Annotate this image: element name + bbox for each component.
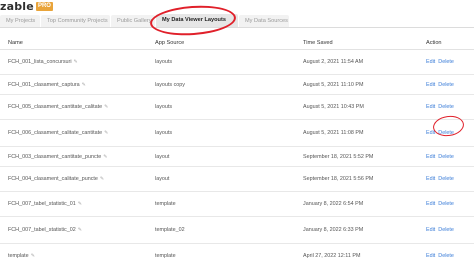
row-name: FCH_003_clasament_cantitate_puncte [8,154,102,160]
edit-link[interactable]: Edit [426,104,435,110]
pencil-icon[interactable]: ✎ [104,120,108,146]
row-time: August 2, 2021 11:54 AM [303,59,364,65]
header-app-source: App Source [155,40,185,46]
row-name: FCH_001_lista_concursuri [8,59,72,65]
table-row: FCH_007_tabel_statistic_02 ✎ template_02 … [0,217,474,244]
pencil-icon[interactable]: ✎ [103,147,107,166]
row-time: January 8, 2022 6:33 PM [303,227,364,233]
edit-link[interactable]: Edit [426,59,435,65]
table-row: FCH_005_clasament_cantitate_calitate ✎ la… [0,95,474,120]
row-name: FCH_007_tabel_statistic_02 [8,227,76,233]
edit-link[interactable]: Edit [426,130,435,136]
delete-link[interactable]: Delete [438,227,454,233]
header-action: Action [426,40,442,46]
tab-top-community-projects[interactable]: Top Community Projects [41,15,110,27]
delete-link[interactable]: Delete [438,59,454,65]
delete-link[interactable]: Delete [438,130,454,136]
delete-link[interactable]: Delete [438,154,454,160]
edit-link[interactable]: Edit [426,253,435,259]
delete-link[interactable]: Delete [438,176,454,182]
row-name: FCH_006_clasament_calitate_cantitate [8,130,103,136]
edit-link[interactable]: Edit [426,176,435,182]
delete-link[interactable]: Delete [438,82,454,88]
pencil-icon[interactable]: ✎ [82,75,86,94]
logo-text: zable [0,0,34,13]
row-time: August 5, 2021 10:43 PM [303,104,364,110]
table-row: FCH_006_clasament_calitate_cantitate ✎ la… [0,120,474,147]
row-source: layouts [155,59,173,65]
row-source: layouts [155,104,173,110]
pencil-icon[interactable]: ✎ [100,167,104,191]
row-source: layout [155,154,170,160]
tab-my-data-viewer-layouts[interactable]: My Data Viewer Layouts [156,14,238,27]
table-row: FCH_003_clasament_cantitate_puncte ✎ layo… [0,147,474,167]
pencil-icon[interactable]: ✎ [104,95,108,119]
layouts-table: Name App Source Time Saved Action FCH_00… [0,36,474,264]
row-source: layouts [155,130,173,136]
row-name: template [8,253,29,259]
row-time: January 8, 2022 6:54 PM [303,201,364,207]
row-source: template [155,253,176,259]
row-name: FCH_001_clasament_captura [8,82,80,88]
pro-badge: PRO [35,2,53,11]
tab-my-data-sources[interactable]: My Data Sources [239,15,289,27]
app-logo: zable PRO [0,0,53,13]
table-header: Name App Source Time Saved Action [0,36,474,50]
row-time: September 18, 2021 5:52 PM [303,154,374,160]
edit-link[interactable]: Edit [426,82,435,88]
edit-link[interactable]: Edit [426,201,435,207]
edit-link[interactable]: Edit [426,154,435,160]
pencil-icon[interactable]: ✎ [78,217,82,243]
pencil-icon[interactable]: ✎ [78,192,82,216]
row-source: template_02 [155,227,185,233]
row-time: September 18, 2021 5:56 PM [303,176,374,182]
edit-link[interactable]: Edit [426,227,435,233]
row-time: August 5, 2021 11:08 PM [303,130,364,136]
table-row: FCH_004_clasament_calitate_puncte ✎ layou… [0,167,474,192]
row-time: August 5, 2021 11:10 PM [303,82,364,88]
row-name: FCH_005_clasament_cantitate_calitate [8,104,103,110]
table-row: FCH_001_clasament_captura ✎ layouts copy … [0,75,474,95]
tab-my-projects[interactable]: My Projects [0,15,40,27]
table-row: FCH_001_lista_concursuri ✎ layouts August… [0,50,474,75]
pencil-icon[interactable]: ✎ [74,50,78,74]
table-row: FCH_007_tabel_statistic_01 ✎ template Jan… [0,192,474,217]
row-source: layout [155,176,170,182]
delete-link[interactable]: Delete [438,104,454,110]
row-name: FCH_007_tabel_statistic_01 [8,201,76,207]
row-name: FCH_004_clasament_calitate_puncte [8,176,98,182]
table-row: template ✎ template April 27, 2022 12:11 … [0,244,474,264]
tab-bar: My Projects Top Community Projects Publi… [0,14,474,28]
tab-public-gallery[interactable]: Public Gallery [111,15,155,27]
delete-link[interactable]: Delete [438,201,454,207]
header-name: Name [8,40,23,46]
row-time: April 27, 2022 12:11 PM [303,253,361,259]
header-time-saved: Time Saved [303,40,333,46]
row-source: template [155,201,176,207]
pencil-icon[interactable]: ✎ [31,244,35,264]
delete-link[interactable]: Delete [438,253,454,259]
row-source: layouts copy [155,82,185,88]
